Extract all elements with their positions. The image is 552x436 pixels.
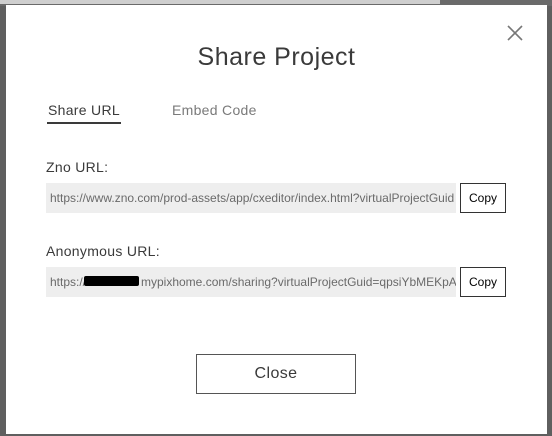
copy-anonymous-url-button[interactable]: Copy <box>460 267 506 297</box>
active-tab-underline <box>47 122 121 124</box>
tab-embed-code[interactable]: Embed Code <box>172 102 257 118</box>
anonymous-url-label: Anonymous URL: <box>46 243 160 259</box>
share-project-dialog: Share Project Share URL Embed Code Zno U… <box>6 5 547 434</box>
tab-share-url-label: Share URL <box>48 102 120 118</box>
zno-url-input[interactable] <box>50 183 456 213</box>
redaction-block <box>84 276 139 286</box>
tab-share-url[interactable]: Share URL <box>47 102 121 124</box>
anonymous-url-field[interactable]: https:// mypixhome.com/sharing?virtualPr… <box>46 267 456 297</box>
anonymous-url-suffix: mypixhome.com/sharing?virtualProjectGuid… <box>141 275 456 289</box>
dialog-title: Share Project <box>197 43 356 71</box>
backdrop-page-edge <box>0 0 440 4</box>
copy-zno-url-button[interactable]: Copy <box>460 183 506 213</box>
close-icon[interactable] <box>505 23 525 43</box>
anonymous-url-prefix: https:// <box>50 275 87 289</box>
tab-embed-code-label: Embed Code <box>172 102 257 118</box>
zno-url-label: Zno URL: <box>46 159 109 175</box>
close-button[interactable]: Close <box>196 354 356 394</box>
zno-url-field[interactable] <box>46 183 456 213</box>
